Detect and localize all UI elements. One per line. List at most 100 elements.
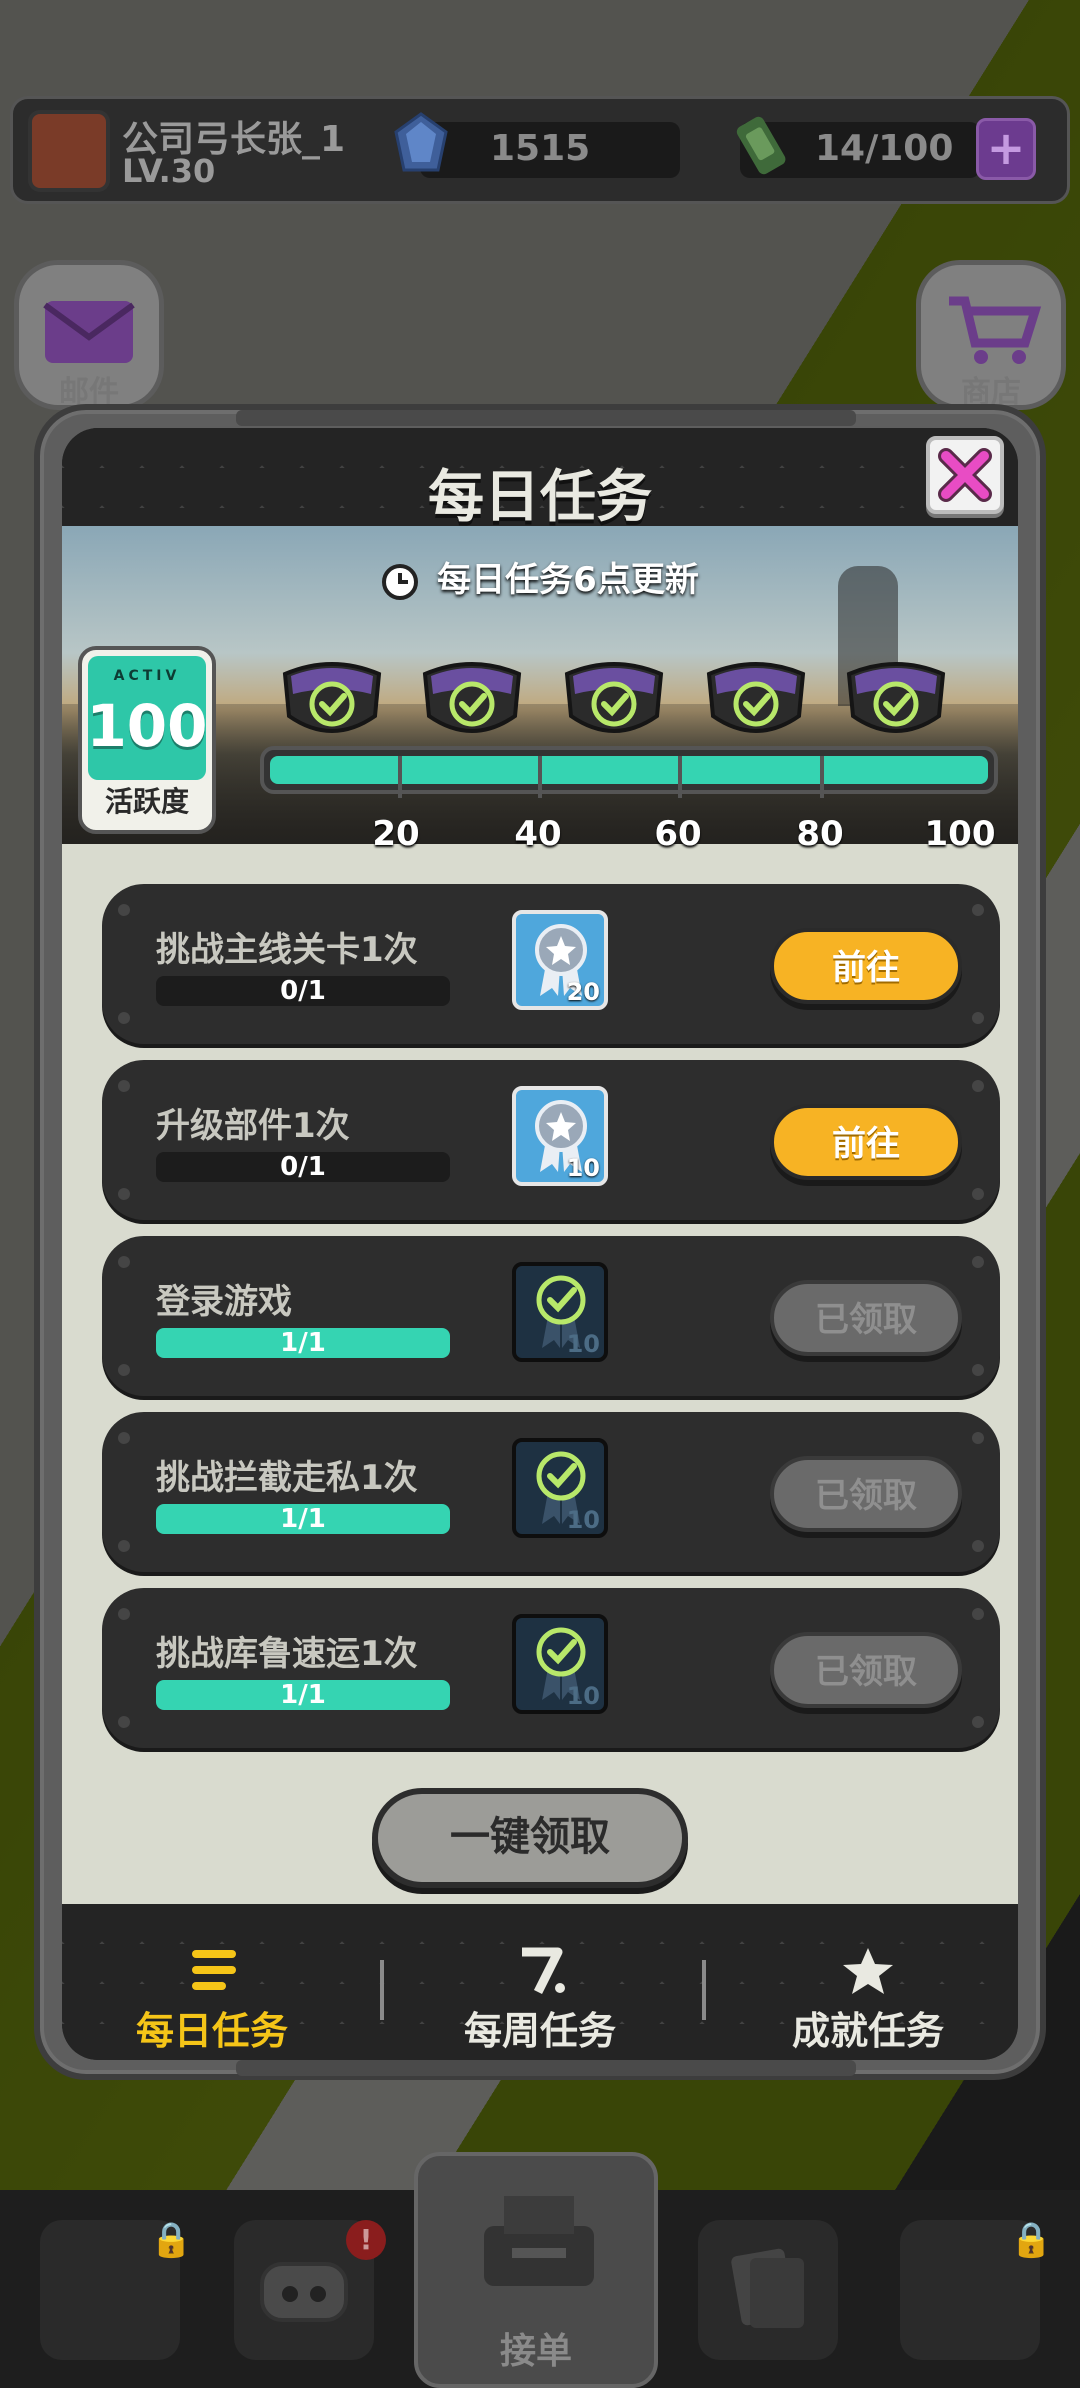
daily-tasks-modal: 每日任务 每日任务6点更新 ACTIV 100 活跃度 20 40 60 80 … bbox=[34, 404, 1046, 2080]
progress-tick bbox=[538, 756, 542, 798]
claimed-button[interactable]: 已领取 bbox=[770, 1632, 962, 1708]
task-progress-text: 1/1 bbox=[280, 1680, 326, 1710]
task-progress-text: 1/1 bbox=[280, 1504, 326, 1534]
seven-icon bbox=[522, 1947, 565, 1995]
task-row: 挑战主线关卡1次 0/1 20 前往 bbox=[102, 884, 1000, 1044]
notification-badge: ! bbox=[346, 2220, 386, 2260]
reward-amount: 10 bbox=[566, 1330, 600, 1358]
activity-label: 活跃度 bbox=[104, 785, 189, 818]
milestone-chest[interactable] bbox=[841, 654, 951, 746]
claimed-button[interactable]: 已领取 bbox=[770, 1280, 962, 1356]
close-icon bbox=[938, 448, 992, 502]
list-icon bbox=[192, 1950, 236, 1990]
energy-icon bbox=[736, 116, 786, 175]
activity-value: 100 bbox=[86, 692, 208, 760]
reward-medal[interactable]: 20 bbox=[512, 910, 608, 1010]
task-progress-text: 0/1 bbox=[280, 976, 326, 1006]
activity-progress-bar bbox=[260, 746, 998, 798]
tab-label: 每日任务 bbox=[135, 2009, 288, 2053]
add-energy-button[interactable]: + bbox=[976, 118, 1036, 180]
chest-check-icon bbox=[564, 662, 664, 733]
tab-daily[interactable]: 每日任务 bbox=[62, 1904, 362, 2060]
mail-icon bbox=[43, 301, 135, 363]
reward-amount: 20 bbox=[566, 978, 600, 1006]
task-tabs: 每日任务 每周任务 成就任务 bbox=[62, 1904, 1018, 2060]
milestone-label: 100 bbox=[924, 814, 996, 854]
task-name: 挑战主线关卡1次 bbox=[156, 930, 418, 970]
nav-item-orders[interactable]: 接单 bbox=[414, 2152, 658, 2388]
milestone-label: 20 bbox=[372, 814, 420, 854]
activity-score-box: ACTIV 100 活跃度 bbox=[78, 646, 216, 834]
clock-icon bbox=[382, 563, 419, 600]
lock-icon: 🔒 bbox=[1010, 2220, 1053, 2260]
progress-tick bbox=[398, 756, 402, 798]
chest-check-icon bbox=[282, 662, 382, 733]
tab-divider bbox=[702, 1960, 706, 2020]
progress-tick bbox=[678, 756, 682, 798]
activity-progress-fill bbox=[270, 756, 988, 784]
modal-body: 每日任务 每日任务6点更新 ACTIV 100 活跃度 20 40 60 80 … bbox=[62, 428, 1018, 2060]
chest-check-icon bbox=[422, 662, 522, 733]
lock-icon: 🔒 bbox=[150, 2220, 193, 2260]
task-name: 挑战拦截走私1次 bbox=[156, 1458, 418, 1498]
reward-medal-claimed: 10 bbox=[512, 1614, 608, 1714]
chest-check-icon bbox=[706, 662, 806, 733]
task-progress-bar: 1/1 bbox=[156, 1328, 450, 1358]
claimed-button[interactable]: 已领取 bbox=[770, 1456, 962, 1532]
milestone-chest[interactable] bbox=[277, 654, 387, 746]
tab-label: 每周任务 bbox=[463, 2009, 616, 2053]
close-button[interactable] bbox=[926, 436, 1004, 514]
shop-button[interactable]: 商店 bbox=[916, 260, 1066, 410]
tab-label: 成就任务 bbox=[791, 2009, 944, 2053]
task-progress-bar: 0/1 bbox=[156, 976, 450, 1006]
claim-all-button[interactable]: 一键领取 bbox=[372, 1788, 688, 1888]
activity-caption: ACTIV bbox=[113, 668, 181, 684]
nav-item-cards[interactable] bbox=[698, 2220, 838, 2360]
milestone-chest[interactable] bbox=[701, 654, 811, 746]
task-progress-text: 0/1 bbox=[280, 1152, 326, 1182]
frame-decoration bbox=[236, 410, 856, 426]
avatar[interactable] bbox=[28, 110, 110, 192]
refresh-notice: 每日任务6点更新 bbox=[62, 552, 1018, 601]
task-progress-bar: 1/1 bbox=[156, 1504, 450, 1534]
printer-icon bbox=[484, 2196, 594, 2286]
modal-title: 每日任务 bbox=[428, 465, 652, 530]
milestone-chest[interactable] bbox=[417, 654, 527, 746]
player-level: LV.30 bbox=[122, 152, 216, 190]
cart-icon bbox=[949, 296, 1042, 364]
milestone-label: 80 bbox=[796, 814, 844, 854]
gem-count: 1515 bbox=[490, 128, 591, 169]
progress-tick bbox=[820, 756, 824, 798]
tab-weekly[interactable]: 每周任务 bbox=[390, 1904, 690, 2060]
reward-amount: 10 bbox=[566, 1682, 600, 1710]
task-progress-text: 1/1 bbox=[280, 1328, 326, 1358]
modal-header: 每日任务 bbox=[62, 428, 1018, 530]
reward-medal-claimed: 10 bbox=[512, 1262, 608, 1362]
go-button[interactable]: 前往 bbox=[770, 928, 962, 1004]
tab-achievements[interactable]: 成就任务 bbox=[718, 1904, 1018, 2060]
task-name: 登录游戏 bbox=[156, 1282, 292, 1322]
refresh-text: 每日任务6点更新 bbox=[437, 560, 699, 600]
milestone-label: 40 bbox=[514, 814, 562, 854]
star-icon bbox=[843, 1948, 893, 1994]
energy-count: 14/100 bbox=[815, 128, 954, 169]
reward-amount: 10 bbox=[566, 1154, 600, 1182]
chest-check-icon bbox=[846, 662, 946, 733]
task-row: 挑战拦截走私1次 1/1 10 已领取 bbox=[102, 1412, 1000, 1572]
task-name: 升级部件1次 bbox=[156, 1106, 350, 1146]
milestone-label: 60 bbox=[654, 814, 702, 854]
mail-button[interactable]: 邮件 bbox=[14, 260, 164, 410]
tab-divider bbox=[380, 1960, 384, 2020]
cards-icon bbox=[731, 2248, 804, 2328]
task-name: 挑战库鲁速运1次 bbox=[156, 1634, 418, 1674]
gem-icon bbox=[394, 112, 448, 172]
robot-icon bbox=[260, 2262, 348, 2322]
go-button[interactable]: 前往 bbox=[770, 1104, 962, 1180]
task-list: 挑战主线关卡1次 0/1 20 前往 升级部件1次 0/1 10 前往 登录游戏… bbox=[62, 844, 1018, 1904]
task-row: 登录游戏 1/1 10 已领取 bbox=[102, 1236, 1000, 1396]
task-progress-bar: 1/1 bbox=[156, 1680, 450, 1710]
task-row: 挑战库鲁速运1次 1/1 10 已领取 bbox=[102, 1588, 1000, 1748]
frame-decoration bbox=[236, 2060, 856, 2076]
reward-medal[interactable]: 10 bbox=[512, 1086, 608, 1186]
milestone-chest[interactable] bbox=[559, 654, 669, 746]
